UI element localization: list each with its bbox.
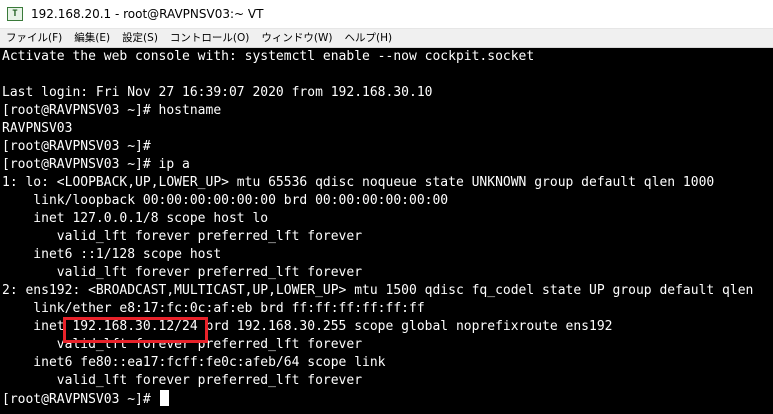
terminal-line: valid_lft forever preferred_lft forever: [2, 229, 363, 244]
menu-file[interactable]: ファイル(F): [0, 29, 68, 48]
title-bar[interactable]: T 192.168.20.1 - root@RAVPNSV03:~ VT: [0, 0, 773, 29]
terminal-app-icon: T: [7, 7, 23, 21]
terminal-line: 1: lo: <LOOPBACK,UP,LOWER_UP> mtu 65536 …: [2, 175, 715, 190]
terminal-line: inet 127.0.0.1/8 scope host lo: [2, 211, 269, 226]
menu-bar: ファイル(F) 編集(E) 設定(S) コントロール(O) ウィンドウ(W) ヘ…: [0, 29, 773, 48]
terminal-line: inet 192.168.30.12/24 brd 192.168.30.255…: [2, 319, 613, 334]
terminal-line: valid_lft forever preferred_lft forever: [2, 337, 363, 352]
menu-control[interactable]: コントロール(O): [164, 29, 255, 48]
menu-setup[interactable]: 設定(S): [116, 29, 164, 48]
terminal-line: 2: ens192: <BROADCAST,MULTICAST,UP,LOWER…: [2, 283, 754, 298]
menu-window[interactable]: ウィンドウ(W): [255, 29, 338, 48]
terminal-line: inet6 fe80::ea17:fcff:fe0c:afeb/64 scope…: [2, 355, 386, 370]
terminal-line: [root@RAVPNSV03 ~]# hostname: [2, 103, 222, 118]
menu-edit[interactable]: 編集(E): [68, 29, 116, 48]
terminal-line: Activate the web console with: systemctl…: [2, 49, 535, 64]
terminal-line: RAVPNSV03: [2, 121, 73, 136]
terminal-line: link/ether e8:17:fc:0c:af:eb brd ff:ff:f…: [2, 301, 425, 316]
terminal-output[interactable]: Activate the web console with: systemctl…: [0, 48, 773, 414]
terminal-line: Last login: Fri Nov 27 16:39:07 2020 fro…: [2, 85, 433, 100]
text-cursor: [159, 390, 169, 406]
terminal-line: inet6 ::1/128 scope host: [2, 247, 222, 262]
terminal-prompt-line[interactable]: [root@RAVPNSV03 ~]#: [2, 390, 773, 408]
menu-help[interactable]: ヘルプ(H): [338, 29, 398, 48]
window-title: 192.168.20.1 - root@RAVPNSV03:~ VT: [31, 7, 264, 21]
terminal-line: [root@RAVPNSV03 ~]#: [2, 139, 151, 154]
terminal-line: link/loopback 00:00:00:00:00:00 brd 00:0…: [2, 193, 449, 208]
terminal-line: valid_lft forever preferred_lft forever: [2, 265, 363, 280]
terminal-line: valid_lft forever preferred_lft forever: [2, 373, 363, 388]
terminal-prompt: [root@RAVPNSV03 ~]#: [2, 392, 151, 407]
terminal-line: [root@RAVPNSV03 ~]# ip a: [2, 157, 190, 172]
